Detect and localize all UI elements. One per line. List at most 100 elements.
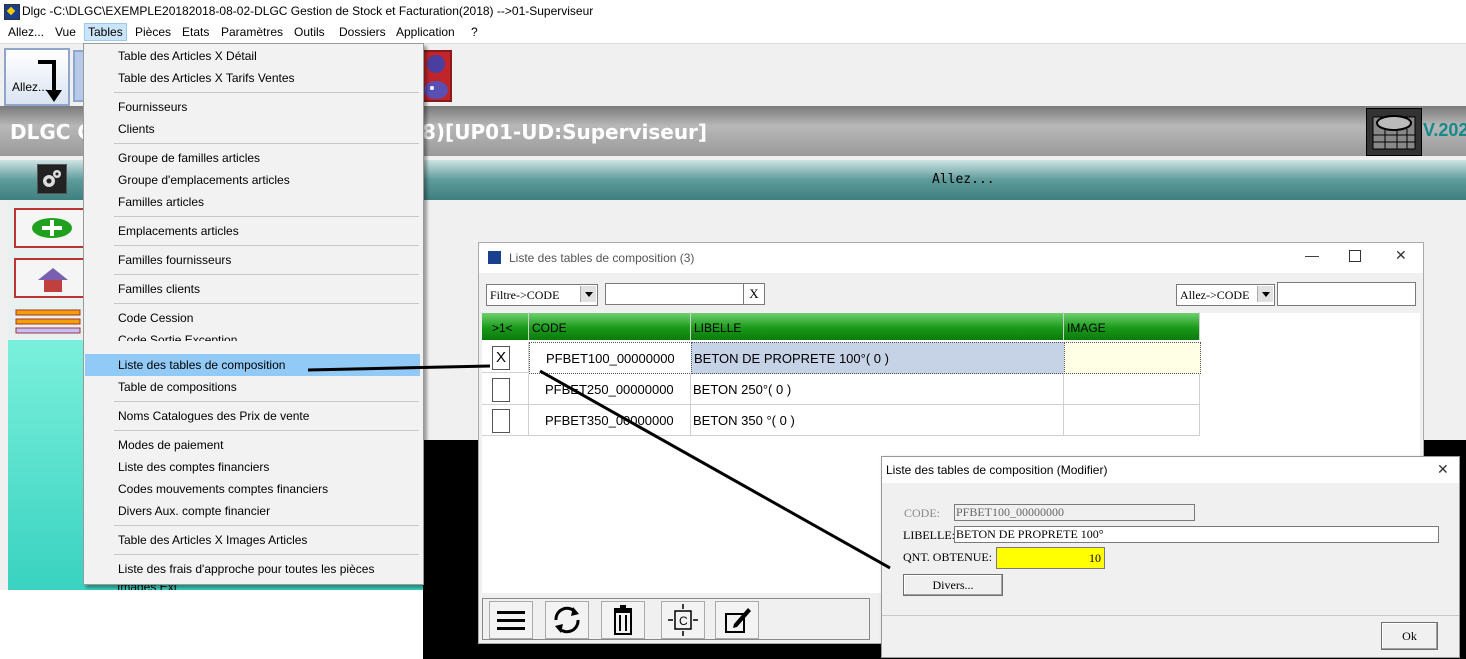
menu-item-noms-catalogues[interactable]: Noms Catalogues des Prix de vente: [85, 405, 420, 427]
row-checkbox[interactable]: [492, 409, 510, 433]
menu-item-fournisseurs[interactable]: Fournisseurs: [85, 96, 420, 118]
row-image: [1064, 342, 1201, 374]
edit-icon: [725, 608, 751, 633]
delete-button[interactable]: [601, 601, 645, 639]
modify-dialog: Liste des tables de composition (Modifie…: [881, 456, 1460, 658]
libelle-field[interactable]: BETON DE PROPRETE 100°: [954, 526, 1439, 543]
dialog-divider: [882, 615, 1459, 616]
menu-separator: [114, 525, 419, 526]
menu-outils[interactable]: Outils: [292, 25, 327, 39]
menu-item-familles-fournisseurs[interactable]: Familles fournisseurs: [85, 249, 420, 271]
edit-button[interactable]: [715, 601, 759, 639]
column-header-image[interactable]: IMAGE: [1064, 313, 1200, 340]
chevron-down-icon: [1257, 286, 1273, 302]
settings-button[interactable]: [37, 164, 67, 194]
menu-button[interactable]: [489, 601, 533, 639]
menu-item-frais-approche[interactable]: Liste des frais d'approche pour toutes l…: [85, 558, 420, 580]
row-checkbox[interactable]: [492, 378, 510, 402]
menu-separator: [114, 274, 419, 275]
row-code: PFBET350_00000000: [545, 413, 674, 428]
header-user: 8)[UP01-UD:Superviseur]: [422, 120, 708, 144]
menu-item-emplacements[interactable]: Emplacements articles: [85, 220, 420, 242]
menu-item-groupe-familles[interactable]: Groupe de familles articles: [85, 147, 420, 169]
menu-separator: [114, 430, 419, 431]
column-header-libelle[interactable]: LIBELLE: [691, 313, 1064, 340]
menu-item-code-cession[interactable]: Code Cession: [85, 307, 420, 329]
menu-item-articles-tarifs[interactable]: Table des Articles X Tarifs Ventes: [85, 67, 420, 89]
calendar-icon[interactable]: [1366, 108, 1422, 156]
qnt-field[interactable]: 10: [996, 547, 1105, 569]
menu-vue[interactable]: Vue: [53, 25, 78, 39]
allez-toolbar-button[interactable]: Allez...: [4, 48, 70, 106]
menu-tables[interactable]: Tables: [84, 23, 127, 41]
menu-item-liste-tables-composition[interactable]: Liste des tables de composition: [85, 354, 420, 376]
list-window-title: Liste des tables de composition (3): [509, 251, 695, 265]
svg-text:C: C: [679, 614, 688, 628]
close-icon[interactable]: ✕: [1395, 247, 1407, 264]
window-title: Dlgc -C:\DLGC\EXEMPLE20182018-08-02-DLGC…: [22, 4, 594, 18]
menu-item-familles-clients[interactable]: Familles clients: [85, 278, 420, 300]
app-icon: [4, 4, 20, 20]
gear-icon: [43, 170, 61, 187]
menu-separator: [114, 143, 419, 144]
menu-pieces[interactable]: Pièces: [133, 25, 173, 39]
home-button[interactable]: [14, 258, 86, 298]
maximize-icon[interactable]: [1349, 250, 1361, 262]
bottom-area: [0, 590, 476, 659]
ok-button[interactable]: Ok: [1381, 622, 1438, 650]
row-checkbox[interactable]: X: [492, 346, 510, 370]
title-bar: Dlgc -C:\DLGC\EXEMPLE20182018-08-02-DLGC…: [0, 0, 1466, 22]
menu-application[interactable]: Application: [394, 25, 457, 39]
right-strip: [1421, 200, 1466, 440]
qnt-label: QNT. OBTENUE:: [903, 550, 993, 564]
filter-input[interactable]: [605, 283, 744, 305]
add-button[interactable]: [14, 208, 86, 248]
divers-button[interactable]: Divers...: [903, 574, 1003, 596]
list-icon[interactable]: [14, 308, 82, 340]
row-code: PFBET100_00000000: [546, 351, 675, 366]
filter-select[interactable]: Filtre->CODE: [486, 284, 598, 306]
menu-item-code-sortie[interactable]: Code Sortie Exception: [85, 329, 420, 341]
menu-separator: [114, 554, 419, 555]
allez-band-label[interactable]: Allez...: [932, 172, 995, 187]
menu-item-codes-mouvements[interactable]: Codes mouvements comptes financiers: [85, 478, 420, 500]
row-libelle: BETON 350 °( 0 ): [693, 413, 795, 428]
menu-item-comptes-financiers[interactable]: Liste des comptes financiers: [85, 456, 420, 478]
filter-clear-button[interactable]: X: [743, 283, 765, 305]
menu-help[interactable]: ?: [469, 25, 480, 39]
menu-item-modes-paiement[interactable]: Modes de paiement: [85, 434, 420, 456]
menu-item-table-compositions[interactable]: Table de compositions: [85, 376, 420, 398]
column-header-select[interactable]: >1<: [482, 313, 529, 340]
modify-dialog-titlebar: Liste des tables de composition (Modifie…: [882, 457, 1459, 483]
column-header-code[interactable]: CODE: [529, 313, 691, 340]
close-icon[interactable]: ✕: [1437, 461, 1449, 478]
menu-item-familles-articles[interactable]: Familles articles: [85, 191, 420, 213]
menu-item-groupe-emplacements[interactable]: Groupe d'emplacements articles: [85, 169, 420, 191]
menu-separator: [114, 245, 419, 246]
list-action-bar: C: [482, 598, 870, 640]
palette-toolbar-button[interactable]: [422, 50, 452, 102]
menu-item-articles-images[interactable]: Table des Articles X Images Articles: [85, 529, 420, 551]
refresh-button[interactable]: [545, 601, 589, 639]
menu-dossiers[interactable]: Dossiers: [337, 25, 388, 39]
menu-separator: [114, 216, 419, 217]
version-label: V.202: [1423, 120, 1466, 140]
hamburger-icon: [497, 611, 525, 630]
menu-separator: [114, 401, 419, 402]
goto-select[interactable]: Allez->CODE: [1176, 284, 1275, 306]
menu-separator: [114, 303, 419, 304]
minimize-icon[interactable]: —: [1305, 247, 1319, 263]
menu-item-articles-detail[interactable]: Table des Articles X Détail: [85, 45, 420, 67]
arrow-down-icon: [38, 60, 62, 102]
header-title: DLGC G: [10, 120, 94, 144]
menu-allez[interactable]: Allez...: [6, 25, 46, 39]
copy-button[interactable]: C: [661, 601, 705, 639]
menu-etats[interactable]: Etats: [180, 25, 211, 39]
row-image: [1064, 405, 1200, 436]
menu-parametres[interactable]: Paramètres: [219, 25, 285, 39]
menu-bar: Allez... Vue Tables Pièces Etats Paramèt…: [0, 22, 1466, 44]
row-image: [1064, 374, 1200, 405]
goto-input[interactable]: [1277, 282, 1416, 306]
menu-item-divers-aux[interactable]: Divers Aux. compte financier: [85, 500, 420, 522]
menu-item-clients[interactable]: Clients: [85, 118, 420, 140]
